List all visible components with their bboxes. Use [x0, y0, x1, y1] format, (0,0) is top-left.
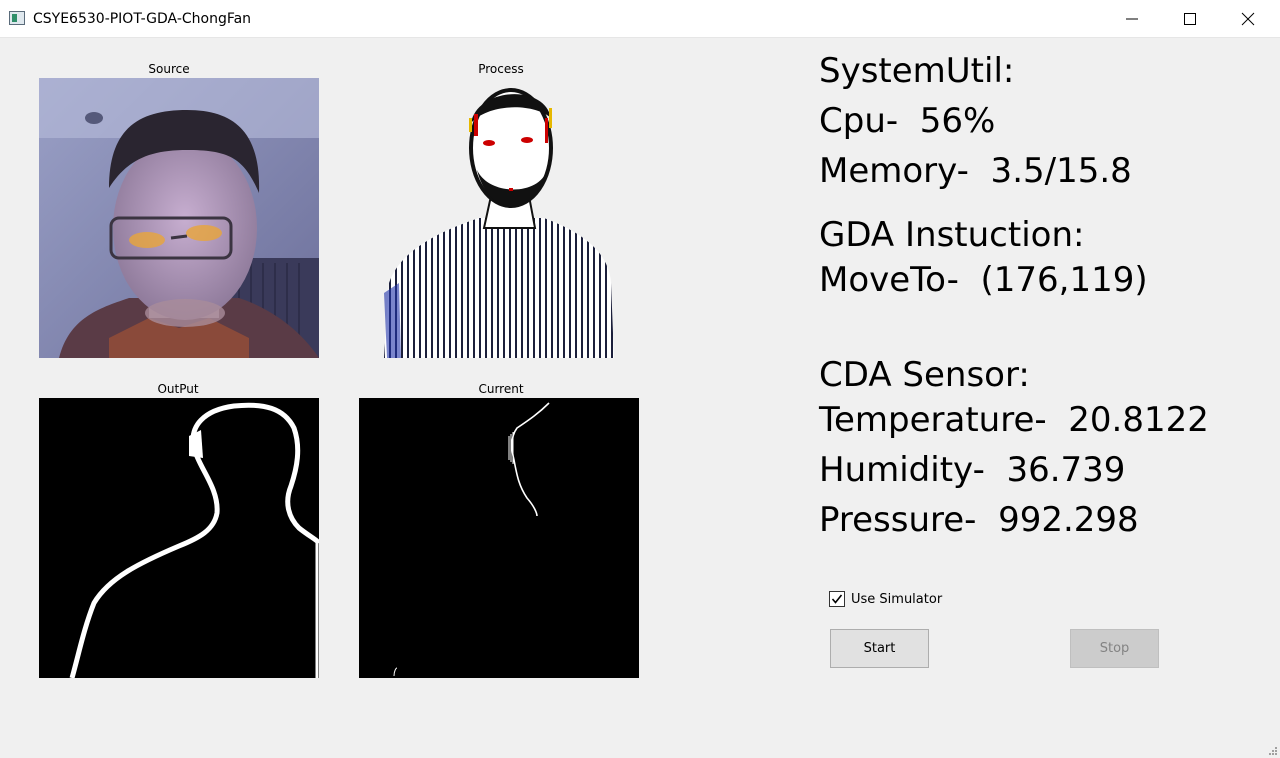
current-video-frame	[359, 398, 639, 678]
use-simulator-label[interactable]: Use Simulator	[851, 592, 942, 607]
maximize-icon	[1184, 13, 1196, 25]
output-video-frame	[39, 398, 319, 678]
system-util-heading: SystemUtil:	[819, 51, 1015, 91]
output-label: OutPut	[157, 382, 199, 396]
pressure-readout: Pressure- 992.298	[819, 500, 1139, 540]
process-video-frame	[359, 78, 639, 358]
current-label: Current	[478, 382, 524, 396]
humidity-readout: Humidity- 36.739	[819, 450, 1126, 490]
title-bar: CSYE6530-PIOT-GDA-ChongFan	[0, 0, 1280, 38]
gda-instruction-heading: GDA Instuction:	[819, 215, 1085, 255]
maximize-button[interactable]	[1161, 0, 1219, 38]
stop-button[interactable]: Stop	[1070, 629, 1159, 668]
checkmark-icon	[831, 594, 843, 604]
minimize-button[interactable]	[1103, 0, 1161, 38]
source-label: Source	[148, 62, 190, 76]
source-video-frame	[39, 78, 319, 358]
app-icon	[9, 11, 25, 25]
window-title: CSYE6530-PIOT-GDA-ChongFan	[33, 11, 252, 27]
resize-grip-icon[interactable]	[1268, 746, 1278, 756]
memory-readout: Memory- 3.5/15.8	[819, 151, 1132, 191]
process-label: Process	[478, 62, 524, 76]
temperature-readout: Temperature- 20.8122	[819, 400, 1209, 440]
cpu-readout: Cpu- 56%	[819, 101, 996, 141]
close-button[interactable]	[1219, 0, 1277, 38]
start-button[interactable]: Start	[830, 629, 929, 668]
cda-sensor-heading: CDA Sensor:	[819, 355, 1030, 395]
minimize-icon	[1126, 18, 1138, 20]
moveto-readout: MoveTo- (176,119)	[819, 260, 1148, 300]
close-icon	[1241, 12, 1255, 26]
use-simulator-checkbox[interactable]	[829, 591, 845, 607]
